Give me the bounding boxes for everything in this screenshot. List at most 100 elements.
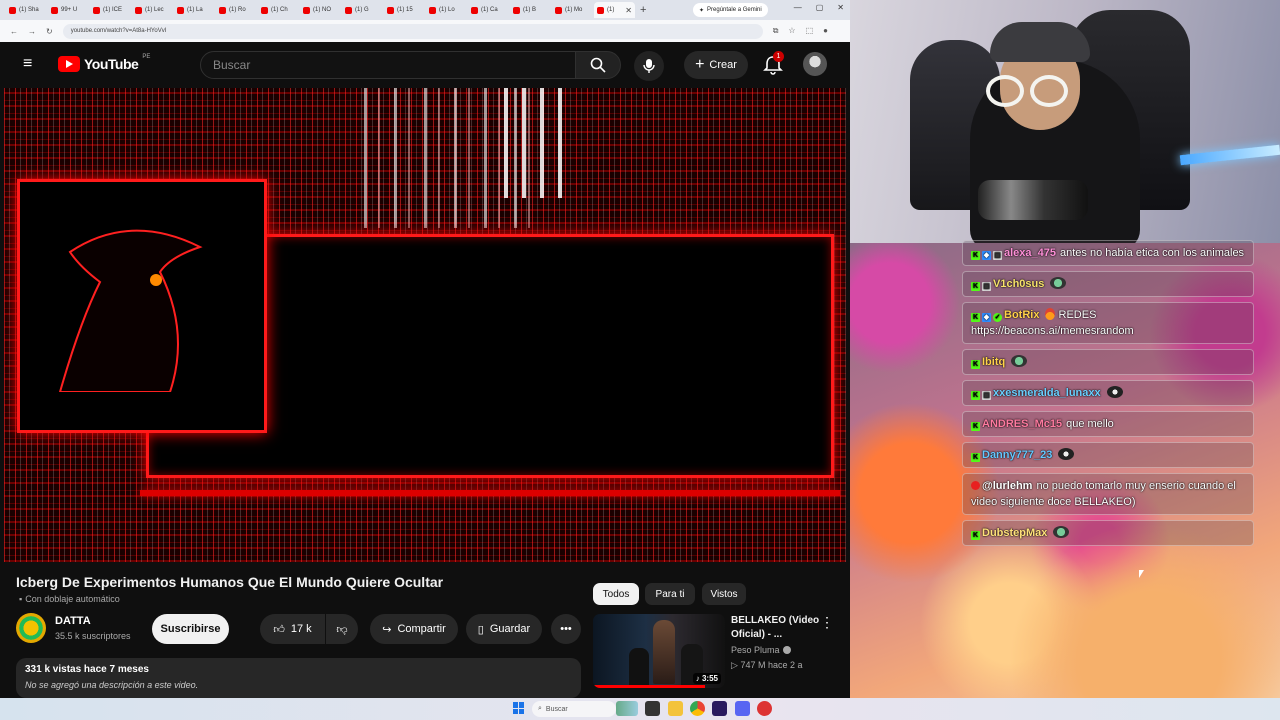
chip-todos[interactable]: Todos [593, 583, 639, 605]
hooded-figure-image [58, 229, 203, 392]
share-button[interactable]: ↪ Compartir [370, 614, 458, 644]
browser-tab[interactable]: (1) La [174, 2, 215, 18]
channel-avatar[interactable] [16, 613, 46, 643]
chat-username[interactable]: V1ch0sus [993, 278, 1044, 290]
chat-emote-icon [1058, 448, 1075, 460]
more-actions-button[interactable]: ••• [551, 614, 581, 644]
search-button[interactable] [575, 51, 621, 79]
mouse-cursor [1139, 570, 1144, 578]
url-field[interactable]: youtube.com/watch?v=At8a-HYoVvI [62, 23, 763, 39]
like-button[interactable]: 👍︎ 17 k [260, 614, 325, 644]
browser-tab-label: (1) NO [313, 7, 331, 13]
recommended-menu-icon[interactable]: ⋮ [820, 615, 834, 629]
maximize-icon[interactable]: ▢ [816, 3, 824, 12]
playing-icon: ▷ [731, 660, 738, 670]
chat-badge-sub-icon: ◆ [982, 251, 991, 260]
auto-dub-label: ▪ Con doblaje automático [19, 594, 120, 604]
browser-tab[interactable]: (1) ✕ [594, 2, 635, 18]
region-code: PE [142, 54, 151, 60]
thumbnail-figure [653, 620, 675, 684]
reload-icon[interactable]: ↻ [46, 27, 53, 36]
taskbar-app-premiere-icon[interactable] [712, 701, 727, 716]
taskbar-app-explorer-icon[interactable] [668, 701, 683, 716]
microphone-icon [643, 59, 655, 73]
chat-username[interactable]: BotRix [1004, 309, 1039, 321]
search-box [200, 51, 576, 79]
browser-tab[interactable]: (1) Lec [132, 2, 173, 18]
account-avatar[interactable] [803, 52, 827, 76]
recommended-channel[interactable]: Peso Pluma [731, 645, 791, 655]
chip-para-ti[interactable]: Para ti [645, 583, 695, 605]
chat-username[interactable]: Ibitq [982, 356, 1005, 368]
chip-vistos[interactable]: Vistos [702, 583, 746, 605]
taskbar-app-taskview-icon[interactable] [645, 701, 660, 716]
youtube-logo[interactable]: YouTube PE [58, 54, 151, 72]
search-input[interactable] [213, 58, 553, 72]
browser-tab-label: (1) Lec [145, 7, 164, 13]
create-button[interactable]: + Crear [684, 51, 748, 79]
chat-badge-kick-icon: K [971, 251, 980, 260]
chat-emote-icon [1011, 355, 1028, 367]
views-and-date: 331 k vistas hace 7 meses [25, 664, 149, 675]
browser-tab[interactable]: (1) G [342, 2, 383, 18]
hamburger-menu-icon[interactable]: ≡ [23, 56, 39, 72]
video-duration-badge: ♪ 3:55 [692, 673, 721, 684]
taskbar-app-obs-icon[interactable] [757, 701, 772, 716]
browser-tab[interactable]: (1) Lo [426, 2, 467, 18]
browser-tab[interactable]: (1) NO [300, 2, 341, 18]
chat-username[interactable]: DubstepMax [982, 527, 1047, 539]
browser-tab[interactable]: (1) Sha [6, 2, 47, 18]
youtube-favicon-icon [177, 6, 184, 14]
chat-username[interactable]: ANDRES_Mc15 [982, 418, 1062, 430]
channel-name[interactable]: DATTA [55, 615, 91, 627]
back-icon[interactable]: ← [10, 27, 18, 36]
chat-badge-kick-icon: K [971, 422, 980, 431]
extensions-icon[interactable]: ⬚ [806, 26, 814, 36]
browser-window: (1) Sha 99+ U (1) ICE (1) Lec (1) La (1) Ro (1… [0, 0, 850, 700]
chat-username[interactable]: Danny777_23 [982, 449, 1052, 461]
browser-tab[interactable]: 99+ U [48, 2, 89, 18]
minimize-icon[interactable]: — [794, 3, 802, 12]
youtube-favicon-icon [555, 6, 562, 14]
taskbar-app-chrome-icon[interactable] [690, 701, 705, 716]
taskbar-app-discord-icon[interactable] [735, 701, 750, 716]
voice-search-button[interactable] [634, 51, 664, 81]
video-player[interactable] [4, 88, 846, 562]
browser-tab[interactable]: (1) 15 [384, 2, 425, 18]
chat-username[interactable]: alexa_475 [1004, 247, 1056, 259]
profile-icon[interactable]: ● [823, 26, 828, 36]
browser-tab[interactable]: (1) Ch [258, 2, 299, 18]
youtube-header: ≡ YouTube PE + Crear 1 [0, 42, 850, 88]
description-box[interactable]: 331 k vistas hace 7 meses No se agregó u… [16, 658, 581, 698]
tab-strip: (1) Sha 99+ U (1) ICE (1) Lec (1) La (1) Ro (1… [0, 0, 850, 20]
save-button[interactable]: ▯ Guardar [466, 614, 542, 644]
close-icon[interactable]: ✕ [837, 3, 844, 12]
browser-tab[interactable]: (1) Mo [552, 2, 593, 18]
save-button-label: Guardar [489, 623, 531, 635]
chat-badge-red-icon [971, 481, 980, 490]
recommended-video-title[interactable]: BELLAKEO (Video Oficial) - ... [731, 614, 821, 642]
bookmark-star-icon[interactable]: ☆ [788, 26, 795, 36]
browser-tab-label: (1) La [187, 7, 203, 13]
windows-start-icon[interactable] [513, 702, 525, 714]
tab-close-icon[interactable]: ✕ [625, 6, 632, 15]
like-count: 17 k [290, 623, 312, 635]
browser-tab[interactable]: (1) Ca [468, 2, 509, 18]
subscribe-button[interactable]: Suscribirse [152, 614, 229, 644]
gemini-button[interactable]: ✦ Pregúntale a Gemini [693, 3, 768, 17]
forward-icon[interactable]: → [28, 27, 36, 36]
recommended-video-thumbnail[interactable]: ♪ 3:55 [593, 614, 725, 688]
install-icon[interactable]: ⧉ [773, 26, 779, 36]
dislike-button[interactable]: 👎︎ [326, 614, 358, 644]
taskbar-search[interactable]: ⌕ Buscar [532, 701, 616, 717]
chat-message: K ◆ ▣ alexa_475 antes no había etica con los… [962, 240, 1254, 266]
taskbar-app-photos-icon[interactable] [616, 701, 638, 716]
video-title: Icberg De Experimentos Humanos Que El Mu… [16, 574, 444, 590]
browser-tab[interactable]: (1) B [510, 2, 551, 18]
thumbnail-figure [629, 648, 649, 688]
chat-username[interactable]: @lurlehm [982, 480, 1032, 492]
browser-tab[interactable]: (1) ICE [90, 2, 131, 18]
chat-username[interactable]: xxesmeralda_lunaxx [993, 387, 1101, 399]
new-tab-button[interactable]: + [640, 4, 646, 16]
browser-tab[interactable]: (1) Ro [216, 2, 257, 18]
